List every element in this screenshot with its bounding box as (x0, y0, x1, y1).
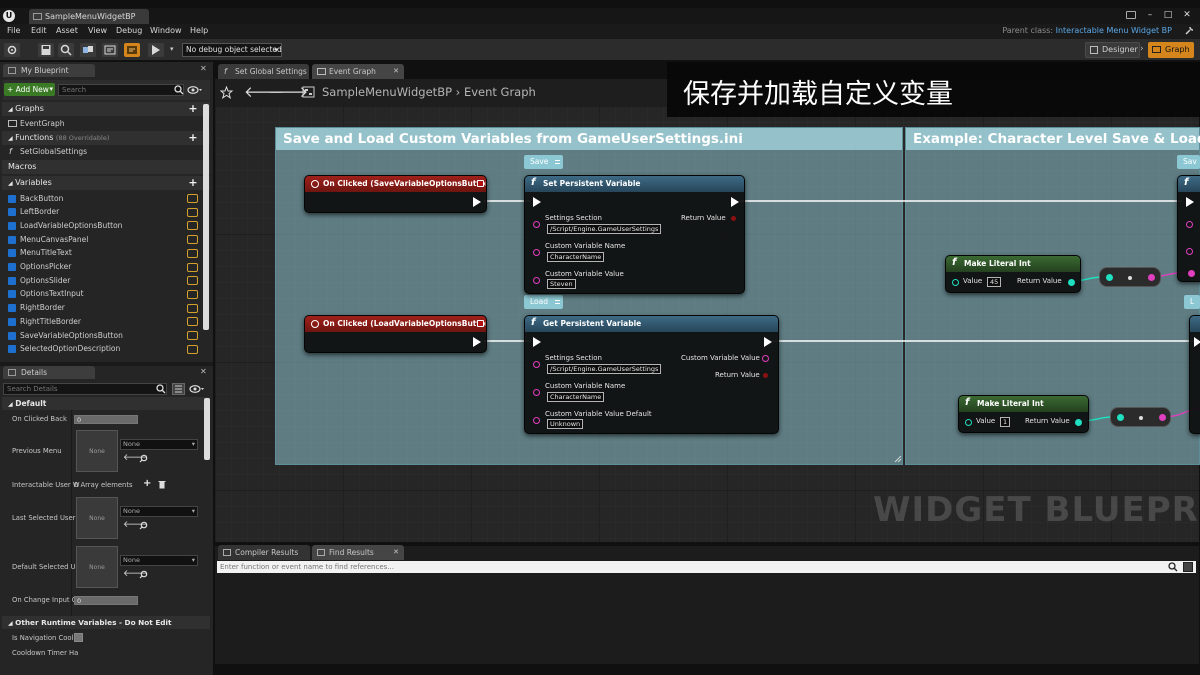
exec-in-pin-icon[interactable] (533, 337, 541, 347)
bool-pin-icon[interactable] (731, 216, 736, 221)
function-icon: f (531, 177, 536, 188)
string-pin-icon[interactable] (533, 249, 540, 256)
string-pin-icon[interactable] (533, 277, 540, 284)
exec-in-pin-icon[interactable] (1186, 197, 1194, 207)
int-pin-icon[interactable] (1106, 274, 1113, 281)
event-icon (311, 180, 319, 188)
tab-label: Find Results (329, 548, 374, 557)
pin-label: Custom Variable Value Default (545, 410, 652, 418)
string-pin-icon[interactable] (533, 221, 540, 228)
set-persistent-variable-node-offscreen[interactable]: f (1177, 175, 1200, 282)
function-node-header (1178, 176, 1200, 192)
tab-find-results[interactable]: Find Results ✕ (312, 545, 404, 560)
function-node-header (1190, 316, 1200, 332)
int-pin-icon[interactable] (952, 279, 959, 286)
int-pin-icon[interactable] (965, 419, 972, 426)
pin-label: Value (976, 417, 996, 425)
comment-bubble-save-label: Save (530, 157, 549, 166)
int-pin-icon[interactable] (1075, 419, 1082, 426)
event-icon (311, 320, 319, 328)
comment-bubble-load-offscreen[interactable]: L (1184, 295, 1200, 309)
event-node-save-clicked[interactable]: On Clicked (SaveVariableOptionsButton) (304, 175, 487, 213)
string-pin-icon[interactable] (1148, 274, 1155, 281)
pin-label: Value (963, 277, 983, 285)
tab-label: Compiler Results (235, 548, 299, 557)
custom-variable-default-field[interactable]: Unknown (547, 419, 584, 429)
string-pin-icon[interactable] (1159, 414, 1166, 421)
string-pin-icon[interactable] (1186, 221, 1193, 228)
custom-variable-name-field[interactable]: CharacterName (547, 392, 605, 402)
event-node-load-clicked[interactable]: On Clicked (LoadVariableOptionsButton) (304, 315, 487, 353)
search-icon[interactable] (1168, 562, 1178, 572)
string-pin-icon[interactable] (533, 361, 540, 368)
comment-bubble-load[interactable]: Load (524, 295, 563, 309)
get-persistent-variable-node[interactable]: Get Persistent Variable f Settings Secti… (524, 315, 779, 434)
set-persistent-variable-node[interactable]: Set Persistent Variable f Settings Secti… (524, 175, 745, 294)
function-icon: f (531, 317, 536, 328)
pin-label: Custom Variable Name (545, 382, 626, 390)
delegate-pin-icon[interactable] (477, 320, 484, 327)
get-persistent-variable-node-offscreen[interactable] (1189, 315, 1200, 434)
pin-label: Settings Section (545, 354, 602, 362)
event-node-title: On Clicked (LoadVariableOptionsButton) (305, 316, 486, 332)
literal-value-field[interactable]: 45 (987, 277, 1002, 287)
function-node-title: Set Persistent Variable (525, 176, 744, 192)
function-icon: f (952, 257, 957, 268)
exec-out-pin-icon[interactable] (473, 337, 481, 347)
exec-out-pin-icon[interactable] (473, 197, 481, 207)
function-icon: f (965, 397, 970, 408)
string-pin-icon[interactable] (533, 389, 540, 396)
exec-in-pin-icon[interactable] (1194, 337, 1200, 347)
string-pin-icon[interactable] (533, 417, 540, 424)
find-references-input[interactable] (217, 561, 1196, 573)
settings-section-field[interactable]: /Script/Engine.GameUserSettings (547, 364, 662, 374)
find-results-icon (317, 549, 325, 556)
comment-bubble-save-offscreen[interactable]: Sav (1177, 155, 1200, 169)
custom-variable-value-field[interactable]: Steven (547, 279, 576, 289)
pin-label: Custom Variable Name (545, 242, 626, 250)
make-literal-int-node-1[interactable]: Make Literal Int f Value 1 Return Value (958, 395, 1089, 433)
make-literal-int-node-45[interactable]: Make Literal Int f Value 45 Return Value (945, 255, 1081, 293)
int-pin-icon[interactable] (1117, 414, 1124, 421)
find-all-blueprints-icon[interactable] (1183, 562, 1193, 572)
int-to-string-conversion-node[interactable] (1110, 407, 1171, 427)
string-pin-icon[interactable] (1186, 248, 1193, 255)
literal-value-field[interactable]: 1 (1000, 417, 1011, 427)
conversion-dot-icon (1139, 416, 1143, 420)
widget-blueprint-watermark: WIDGET BLUEPRINT (873, 490, 1200, 530)
pin-label: Settings Section (545, 214, 602, 222)
conversion-dot-icon (1128, 276, 1132, 280)
comment-bubble-save[interactable]: Save (524, 155, 563, 169)
event-node-title: On Clicked (SaveVariableOptionsButton) (305, 176, 486, 192)
delegate-pin-icon[interactable] (477, 180, 484, 187)
tab-close-icon[interactable]: ✕ (393, 545, 399, 560)
pin-label: Return Value (1017, 277, 1062, 285)
custom-variable-name-field[interactable]: CharacterName (547, 252, 605, 262)
function-node-title: Make Literal Int (946, 256, 1080, 272)
comment-bubble-load-label: Load (530, 297, 548, 306)
function-node-title: Get Persistent Variable (525, 316, 778, 332)
tab-compiler-results[interactable]: Compiler Results (218, 545, 310, 560)
exec-out-pin-icon[interactable] (731, 197, 739, 207)
blueprint-editor-window: U SampleMenuWidgetBP – □ ✕ File Edit Ass… (0, 0, 1200, 675)
function-icon: f (1184, 177, 1189, 188)
exec-out-pin-icon[interactable] (764, 337, 772, 347)
int-to-string-conversion-node[interactable] (1099, 267, 1161, 287)
pin-label: Custom Variable Value (545, 270, 624, 278)
pin-comment-icon (555, 160, 560, 164)
string-pin-icon[interactable] (762, 355, 769, 362)
int-pin-icon[interactable] (1068, 279, 1075, 286)
pin-comment-icon (555, 300, 560, 304)
tutorial-caption-text: 保存并加载自定义变量 (683, 79, 953, 110)
pin-label: Return Value (681, 214, 726, 222)
pin-label: Custom Variable Value (681, 354, 760, 362)
bool-pin-icon[interactable] (763, 373, 768, 378)
pin-label: Return Value (715, 371, 760, 379)
function-node-title: Make Literal Int (959, 396, 1088, 412)
compiler-results-icon (223, 549, 231, 556)
string-pin-icon[interactable] (1188, 270, 1195, 277)
pin-label: Return Value (1025, 417, 1070, 425)
exec-in-pin-icon[interactable] (533, 197, 541, 207)
settings-section-field[interactable]: /Script/Engine.GameUserSettings (547, 224, 662, 234)
